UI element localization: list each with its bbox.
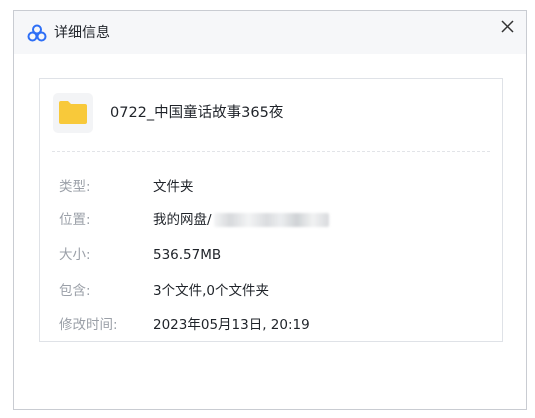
detail-label: 修改时间: xyxy=(59,317,118,333)
detail-value: 我的网盘/ xyxy=(153,212,212,228)
detail-value: 3个文件,0个文件夹 xyxy=(153,283,269,299)
detail-label: 类型: xyxy=(59,179,91,195)
folder-icon xyxy=(53,93,93,133)
detail-value: 2023年05月13日, 20:19 xyxy=(153,317,310,333)
detail-row-modified: 修改时间: 2023年05月13日, 20:19 xyxy=(59,315,479,335)
detail-value: 536.57MB xyxy=(153,247,222,263)
redacted-path xyxy=(213,213,329,227)
detail-row-contains: 包含: 3个文件,0个文件夹 xyxy=(59,281,479,301)
details-card: 0722_中国童话故事365夜 类型: 文件夹 位置: 我的网盘/ 大小: 53… xyxy=(39,78,503,342)
detail-label: 位置: xyxy=(59,212,91,228)
dialog-title: 详细信息 xyxy=(54,25,110,41)
detail-value-wrap: 我的网盘/ xyxy=(153,210,329,230)
details-dialog: 详细信息 0722_中国童话故事365夜 类型: 文件夹 位置: 我的网盘/ 大… xyxy=(13,10,527,410)
detail-value: 文件夹 xyxy=(153,179,194,195)
app-logo-icon xyxy=(27,24,47,42)
detail-label: 包含: xyxy=(59,283,91,299)
detail-row-type: 类型: 文件夹 xyxy=(59,177,479,197)
dialog-header: 详细信息 xyxy=(14,11,526,54)
close-button[interactable] xyxy=(496,15,518,37)
detail-row-location: 位置: 我的网盘/ xyxy=(59,210,479,230)
detail-row-size: 大小: 536.57MB xyxy=(59,245,479,265)
divider xyxy=(52,151,490,152)
close-icon[interactable] xyxy=(500,19,514,33)
detail-label: 大小: xyxy=(59,247,91,263)
file-name: 0722_中国童话故事365夜 xyxy=(110,105,284,121)
